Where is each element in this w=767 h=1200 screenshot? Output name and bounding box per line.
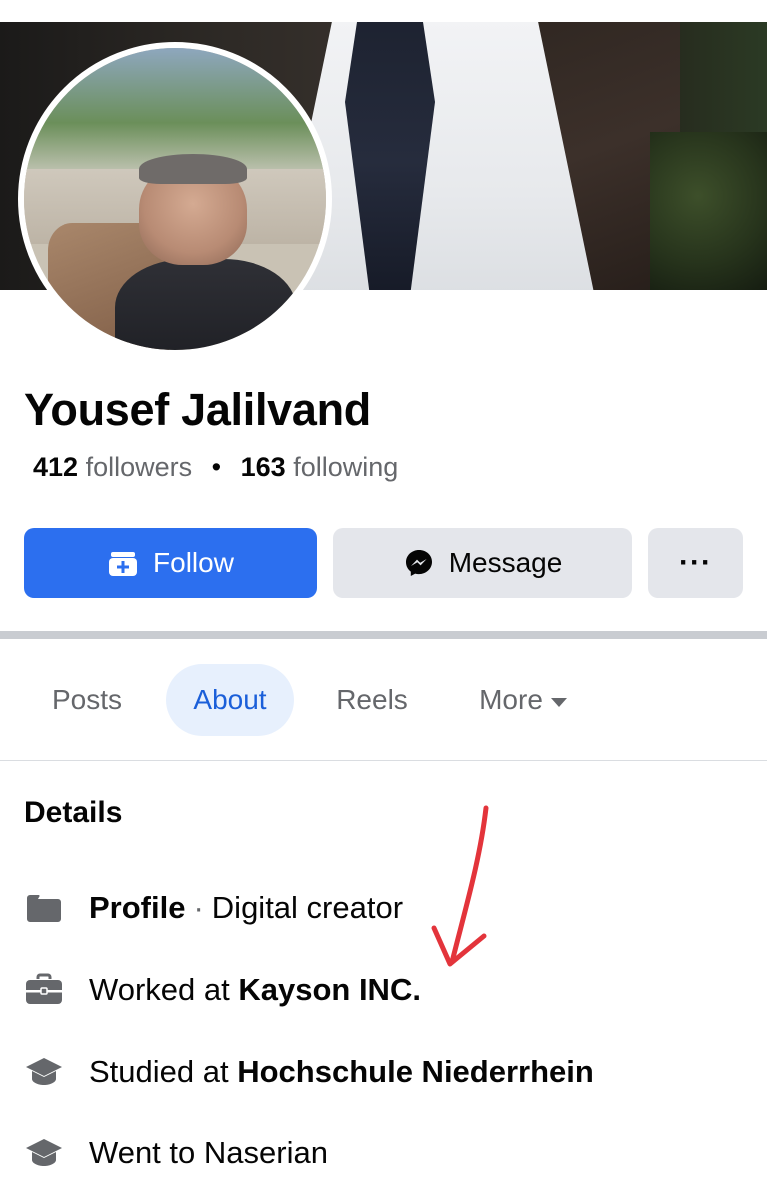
details-heading: Details xyxy=(24,796,123,829)
detail-studied-prefix: Studied at xyxy=(89,1054,229,1089)
detail-profile-category: Digital creator xyxy=(211,890,404,925)
profile-tabs: Posts About Reels More xyxy=(0,664,767,736)
tab-about-label: About xyxy=(193,684,267,715)
tab-more[interactable]: More xyxy=(458,664,588,736)
following-label[interactable]: following xyxy=(293,452,398,482)
briefcase-icon xyxy=(24,972,64,1008)
avatar-person-body xyxy=(114,259,296,350)
followers-count[interactable]: 412 xyxy=(33,452,78,482)
follow-icon xyxy=(107,547,139,579)
stats-separator: • xyxy=(211,452,222,482)
profile-icon xyxy=(24,890,64,926)
graduation-cap-icon xyxy=(24,1054,64,1090)
followers-label[interactable]: followers xyxy=(86,452,193,482)
detail-profile-label: Profile xyxy=(89,890,186,925)
detail-work-prefix: Worked at xyxy=(89,972,230,1007)
graduation-cap-icon xyxy=(24,1135,64,1171)
detail-row-studied: Studied at Hochschule Niederrhein xyxy=(24,1050,594,1094)
detail-went-to-prefix: Went to xyxy=(89,1135,196,1170)
tab-about[interactable]: About xyxy=(166,664,294,736)
messenger-icon xyxy=(403,547,435,579)
cover-foliage xyxy=(650,132,767,290)
following-count[interactable]: 163 xyxy=(241,452,286,482)
detail-row-work: Worked at Kayson INC. xyxy=(24,968,421,1012)
more-options-button[interactable]: ··· xyxy=(648,528,743,598)
tab-posts-label: Posts xyxy=(51,684,123,715)
caret-down-icon xyxy=(550,697,567,707)
tab-more-label: More xyxy=(479,684,543,715)
detail-profile-separator: · xyxy=(193,890,204,925)
follow-stats: 412 followers • 163 following xyxy=(33,452,398,483)
top-strip xyxy=(0,0,767,22)
follow-button[interactable]: Follow xyxy=(24,528,317,598)
message-label: Message xyxy=(448,547,563,578)
profile-avatar[interactable] xyxy=(18,42,332,356)
message-button[interactable]: Message xyxy=(333,528,632,598)
follow-label: Follow xyxy=(153,547,234,578)
red-arrow-annotation xyxy=(431,805,489,967)
tab-reels[interactable]: Reels xyxy=(318,664,426,736)
tab-posts[interactable]: Posts xyxy=(30,664,144,736)
more-options-icon: ··· xyxy=(679,546,712,579)
detail-work-company[interactable]: Kayson INC. xyxy=(238,972,421,1008)
avatar-person-hair xyxy=(138,153,248,184)
detail-row-profile: Profile · Digital creator xyxy=(24,886,403,930)
profile-name: Yousef Jalilvand xyxy=(24,384,371,435)
section-divider xyxy=(0,631,767,639)
tabs-divider xyxy=(0,760,767,761)
detail-studied-school[interactable]: Hochschule Niederrhein xyxy=(237,1054,594,1090)
detail-went-to-school[interactable]: Naserian xyxy=(204,1135,328,1171)
detail-row-went-to: Went to Naserian xyxy=(24,1131,328,1175)
tab-reels-label: Reels xyxy=(336,684,408,715)
